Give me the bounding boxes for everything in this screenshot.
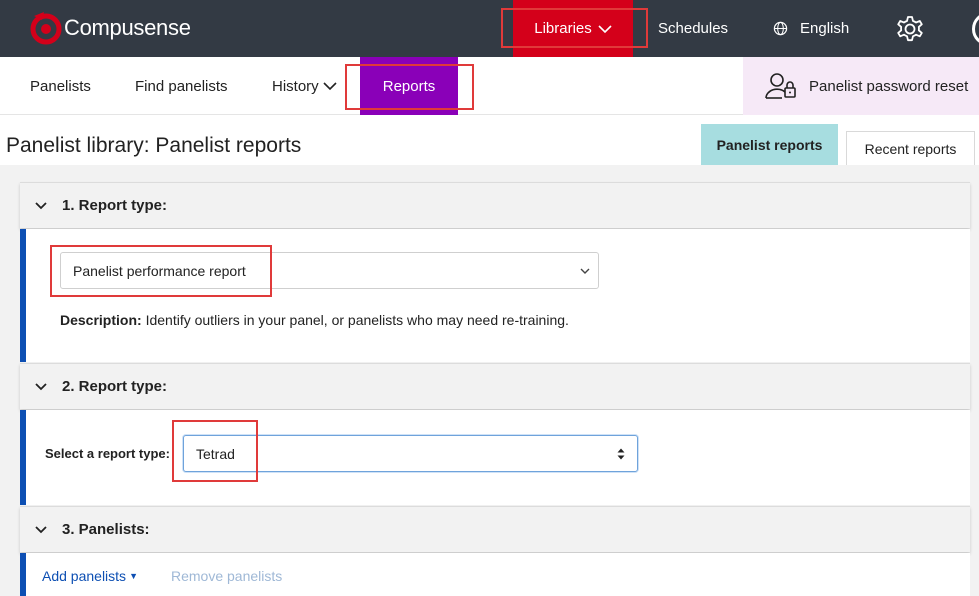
schedules-label: Schedules: [658, 20, 729, 37]
select-caret-icon: [580, 268, 590, 274]
report-type-select[interactable]: Panelist performance report: [60, 252, 599, 289]
tab-panelist-reports-label: Panelist reports: [716, 136, 823, 153]
section-1-header[interactable]: 1. Report type:: [20, 182, 970, 228]
dropdown-triangle-icon: ▼: [129, 571, 138, 581]
subnav-find-label: Find panelists: [135, 77, 228, 95]
chevron-down-icon: [35, 382, 47, 390]
chevron-down-icon: [35, 201, 47, 209]
language-selector[interactable]: English: [773, 0, 849, 57]
subnav-history[interactable]: History: [272, 57, 337, 115]
section-2-title: 2. Report type:: [62, 378, 168, 395]
remove-panelists-label: Remove panelists: [171, 568, 283, 584]
tab-panelist-reports[interactable]: Panelist reports: [701, 124, 838, 165]
gear-icon: [897, 15, 923, 41]
schedules-link[interactable]: Schedules: [658, 0, 728, 57]
section-3-title: 3. Panelists:: [62, 521, 150, 538]
logo-mark-icon: [30, 12, 62, 45]
tab-recent-reports-label: Recent reports: [864, 141, 957, 157]
section-1-title: 1. Report type:: [62, 197, 168, 214]
section-1-body: Panelist performance report Description:…: [20, 229, 970, 362]
subnav-panelists[interactable]: Panelists: [30, 57, 91, 115]
section-3-body: Add panelists ▼ Remove panelists: [20, 553, 970, 596]
libraries-menu[interactable]: Libraries: [513, 0, 633, 57]
add-panelists-label: Add panelists: [42, 568, 127, 584]
password-reset-label: Panelist password reset: [809, 77, 969, 95]
user-lock-icon: [765, 73, 796, 99]
tab-recent-reports[interactable]: Recent reports: [846, 131, 975, 166]
remove-panelists-button[interactable]: Remove panelists: [171, 568, 282, 584]
report-type-select-value: Panelist performance report: [73, 262, 246, 279]
report-subtype-label: Select a report type:: [45, 446, 170, 461]
section-2-body: Select a report type: Tetrad: [20, 410, 970, 505]
description-text: Identify outliers in your panel, or pane…: [141, 312, 569, 328]
user-avatar[interactable]: [972, 12, 979, 46]
section-2-header[interactable]: 2. Report type:: [20, 363, 970, 409]
top-navigation-bar: Compusense Libraries Schedules English: [0, 0, 979, 57]
language-label: English: [800, 20, 850, 37]
add-panelists-button[interactable]: Add panelists ▼: [42, 568, 138, 584]
settings-button[interactable]: [893, 0, 927, 57]
subnav-history-label: History: [272, 77, 319, 95]
description-label: Description:: [60, 312, 142, 328]
page-title: Panelist library: Panelist reports: [6, 134, 302, 157]
libraries-label: Libraries: [534, 20, 592, 37]
chevron-down-icon: [35, 525, 47, 533]
report-subtype-select[interactable]: Tetrad: [183, 435, 638, 472]
report-description: Description: Identify outliers in your p…: [60, 312, 569, 328]
chevron-down-icon: [323, 82, 337, 91]
subnav-reports[interactable]: Reports: [360, 57, 458, 115]
chevron-down-icon: [598, 24, 612, 33]
brand-name: Compusense: [64, 15, 191, 40]
section-3-header[interactable]: 3. Panelists:: [20, 506, 970, 552]
report-subtype-select-value: Tetrad: [196, 445, 235, 462]
subnav-reports-label: Reports: [382, 77, 436, 95]
updown-caret-icon: [617, 448, 625, 459]
brand-logo[interactable]: Compusense: [30, 10, 191, 46]
password-reset-button[interactable]: Panelist password reset: [743, 57, 979, 115]
subnav-find-panelists[interactable]: Find panelists: [135, 57, 228, 115]
globe-icon: [773, 21, 788, 36]
subnav-panelists-label: Panelists: [30, 77, 91, 95]
